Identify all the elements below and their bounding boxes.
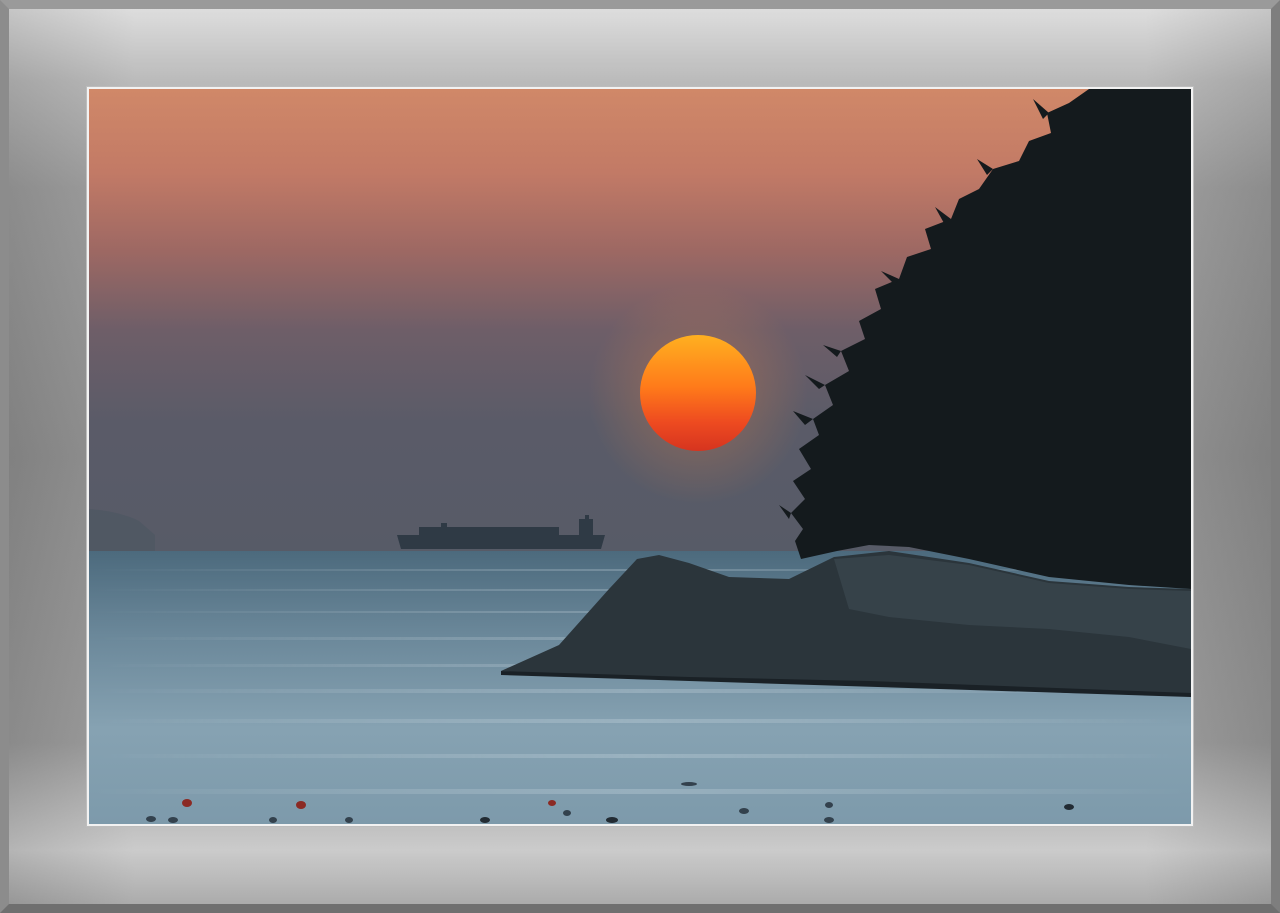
photo-mat xyxy=(87,87,1193,826)
sun xyxy=(640,335,756,451)
sunset-photograph xyxy=(89,89,1191,824)
